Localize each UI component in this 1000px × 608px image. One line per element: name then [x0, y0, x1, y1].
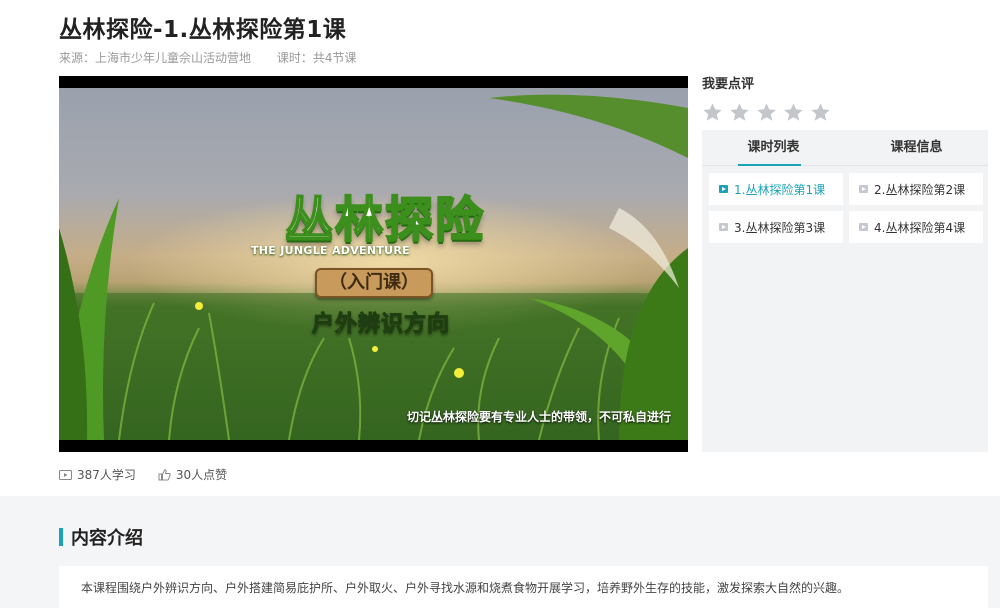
rating-stars[interactable] — [702, 102, 988, 123]
lesson-list: 1.丛林探险第1课 2.丛林探险第2课 3.丛林探险第3课 4.丛林探险第4课 — [702, 166, 988, 243]
star-icon[interactable] — [702, 102, 723, 123]
lesson-subtitle: 户外辨识方向 — [311, 312, 450, 338]
panel-tabs: 课时列表 课程信息 — [702, 130, 988, 166]
video-caption: 切记丛林探险要有专业人士的带领，不可私自进行 — [407, 410, 672, 424]
play-icon — [859, 185, 868, 193]
lesson-label: 3.丛林探险第3课 — [734, 220, 826, 235]
star-icon[interactable] — [729, 102, 750, 123]
course-source: 来源：上海市少年儿童佘山活动营地 — [59, 51, 252, 65]
learners-count: 387人学习 — [77, 468, 136, 482]
lesson-label: 2.丛林探险第2课 — [874, 182, 966, 197]
likes-count: 30人点赞 — [175, 468, 228, 482]
tab-course-info[interactable]: 课程信息 — [845, 130, 988, 165]
likes-stat[interactable]: 30人点赞 — [158, 467, 227, 483]
intro-section: 内容介绍 本课程围绕户外辨识方向、户外搭建简易庇护所、户外取火、户外寻找水源和烧… — [0, 496, 1000, 608]
course-stats: 387人学习 30人点赞 — [59, 467, 227, 483]
lesson-label: 4.丛林探险第4课 — [874, 220, 966, 235]
course-header: 丛林探险-1.丛林探险第1课 来源：上海市少年儿童佘山活动营地 课时：共4节课 — [59, 14, 378, 66]
lesson-label: 1.丛林探险第1课 — [734, 182, 826, 197]
video-player[interactable]: 丛林探险 THE JUNGLE ADVENTURE （入门课） 户外辨识方向 切… — [59, 76, 688, 452]
section-title: 内容介绍 — [71, 528, 143, 549]
tab-lesson-list[interactable]: 课时列表 — [702, 130, 845, 166]
lesson-panel: 课时列表 课程信息 1.丛林探险第1课 2.丛林探险第2课 3.丛林探险第3课 … — [702, 130, 988, 452]
course-meta: 来源：上海市少年儿童佘山活动营地 课时：共4节课 — [59, 50, 378, 66]
logo-title: 丛林探险 — [284, 191, 486, 249]
play-icon — [719, 223, 728, 231]
star-icon[interactable] — [810, 102, 831, 123]
thumbs-up-icon[interactable] — [158, 469, 171, 481]
logo-plank-sign: （入门课） — [315, 268, 433, 298]
star-icon[interactable] — [756, 102, 777, 123]
side-panel: 我要点评 课时列表 课程信息 1.丛林探险第1课 2.丛林探险第2课 3.丛林探… — [702, 76, 988, 452]
play-icon — [859, 223, 868, 231]
course-description: 本课程围绕户外辨识方向、户外搭建简易庇护所、户外取火、户外寻找水源和烧煮食物开展… — [59, 566, 988, 608]
description-text: 本课程围绕户外辨识方向、户外搭建简易庇护所、户外取火、户外寻找水源和烧煮食物开展… — [81, 581, 850, 595]
section-heading: 内容介绍 — [59, 524, 143, 550]
course-lesson-count: 课时：共4节课 — [276, 51, 357, 65]
video-frame[interactable]: 丛林探险 THE JUNGLE ADVENTURE （入门课） 户外辨识方向 切… — [59, 88, 688, 440]
heading-accent-bar — [59, 528, 63, 546]
lesson-item[interactable]: 1.丛林探险第1课 — [709, 173, 843, 205]
lesson-item[interactable]: 2.丛林探险第2课 — [849, 173, 983, 205]
page-title: 丛林探险-1.丛林探险第1课 — [59, 17, 347, 43]
course-logo: 丛林探险 THE JUNGLE ADVENTURE （入门课） 户外辨识方向 — [245, 180, 515, 338]
learners-stat: 387人学习 — [59, 467, 136, 483]
jungle-scene-illustration — [59, 94, 688, 440]
lesson-item[interactable]: 4.丛林探险第4课 — [849, 211, 983, 243]
video-play-icon — [59, 470, 72, 480]
lesson-item[interactable]: 3.丛林探险第3课 — [709, 211, 843, 243]
play-icon — [719, 185, 728, 193]
rating-label: 我要点评 — [702, 77, 755, 92]
star-icon[interactable] — [783, 102, 804, 123]
